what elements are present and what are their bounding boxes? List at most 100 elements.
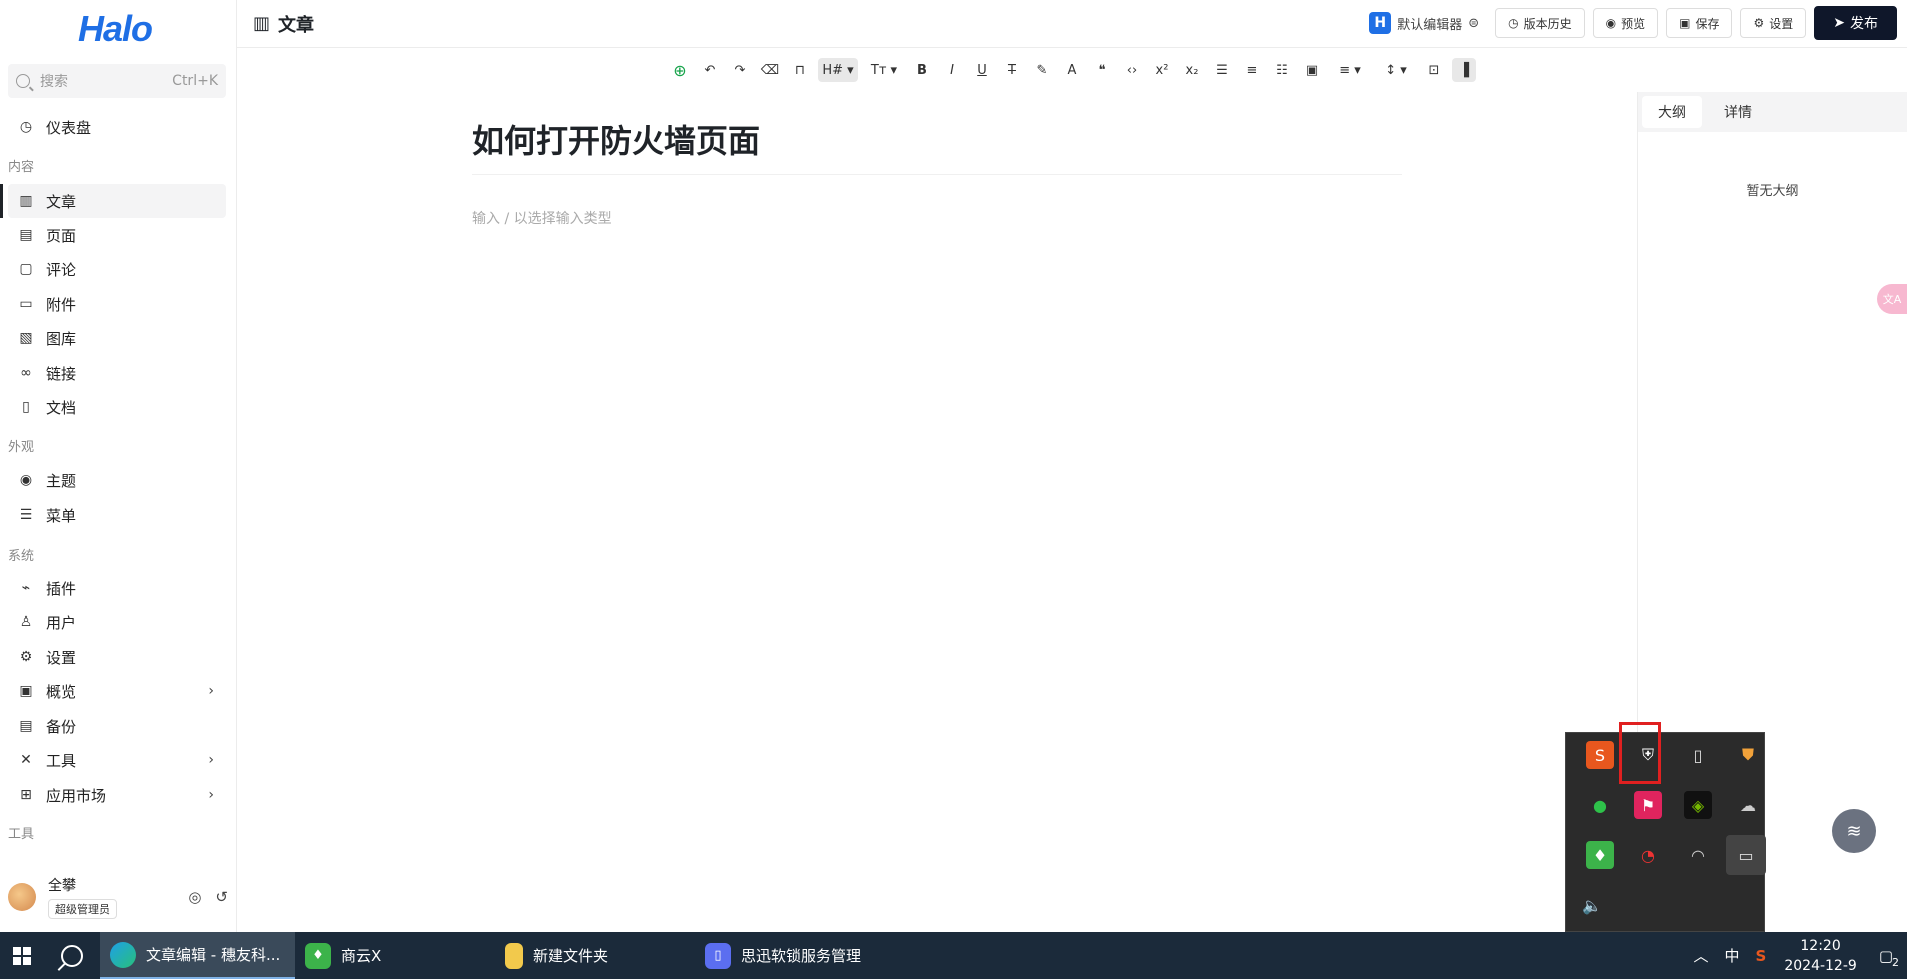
chevron-up-icon[interactable]: ︿ <box>1694 945 1709 966</box>
app-flag-icon[interactable]: ⚑ <box>1634 791 1662 819</box>
task-shangyun[interactable]: ♦ 商云X <box>295 932 495 979</box>
sidebar-item-docs[interactable]: ▯ 文档 <box>8 390 226 424</box>
avatar[interactable] <box>8 883 36 911</box>
bullet-list-icon[interactable]: ☰ <box>1210 58 1234 82</box>
sidebar-item-attachments[interactable]: ▭ 附件 <box>8 287 226 321</box>
font-color-icon[interactable]: A <box>1060 58 1084 82</box>
code-block-icon[interactable]: ▣ <box>1300 58 1324 82</box>
sidebar-item-label: 附件 <box>46 295 77 314</box>
usb-drive-icon[interactable]: ▯ <box>1684 741 1712 769</box>
underline-icon[interactable]: U <box>970 58 994 82</box>
settings-button[interactable]: ⚙ 设置 <box>1740 8 1807 38</box>
editor-selector[interactable]: H 默认编辑器 ⊜ <box>1369 12 1479 34</box>
sidebar-item-themes[interactable]: ◉ 主题 <box>8 463 226 497</box>
sidebar-item-dashboard[interactable]: ◷ 仪表盘 <box>8 110 226 144</box>
task-folder[interactable]: 新建文件夹 <box>495 932 695 979</box>
sidebar-item-label: 文档 <box>46 398 77 417</box>
nvidia-icon[interactable]: ◈ <box>1684 791 1712 819</box>
top-header: ▥ 文章 H 默认编辑器 ⊜ ◷ 版本历史 ◉ 预览 ▣ 保存 ⚙ 设置 ➤ 发… <box>237 0 1907 48</box>
search-input[interactable]: 搜索 Ctrl+K <box>8 64 226 98</box>
post-body-placeholder[interactable]: 输入 / 以选择输入类型 <box>472 208 612 228</box>
eraser-icon[interactable]: ⌫ <box>758 58 782 82</box>
profile-icon[interactable]: ◎ <box>188 888 201 906</box>
notification-icon[interactable]: ▢ 2 <box>1879 947 1899 969</box>
task-lock-service[interactable]: ▯ 思迅软锁服务管理 <box>695 932 925 979</box>
folder-icon: ▭ <box>19 296 33 312</box>
line-height-dropdown-icon[interactable]: ↕ ▾ <box>1376 58 1416 82</box>
taskbar-search-button[interactable] <box>44 932 100 979</box>
app-swirl-icon[interactable]: ◔ <box>1634 841 1662 869</box>
task-list-icon[interactable]: ☷ <box>1270 58 1294 82</box>
translate-icon[interactable]: 文A <box>1877 284 1907 314</box>
undo-icon[interactable]: ↶ <box>698 58 722 82</box>
sidebar-item-tools[interactable]: ✕ 工具 › <box>8 743 226 777</box>
task-edge[interactable]: 文章编辑 - 穗友科... <box>100 932 295 979</box>
volume-muted-icon[interactable]: 🔈 <box>1578 891 1606 919</box>
add-block-icon[interactable]: ⊕ <box>668 58 692 82</box>
save-button[interactable]: ▣ 保存 <box>1666 8 1733 38</box>
task-label: 思迅软锁服务管理 <box>741 947 862 965</box>
bold-icon[interactable]: B <box>910 58 934 82</box>
sogou-input-icon[interactable]: S <box>1586 741 1614 769</box>
italic-icon[interactable]: I <box>940 58 964 82</box>
sogou-icon[interactable]: S <box>1756 947 1767 965</box>
editor-area[interactable]: 如何打开防火墙页面 输入 / 以选择输入类型 <box>237 92 1637 932</box>
align-dropdown-icon[interactable]: ≡ ▾ <box>1330 58 1370 82</box>
sidebar-item-pages[interactable]: ▤ 页面 <box>8 218 226 252</box>
sidebar-item-posts[interactable]: ▥ 文章 <box>8 184 226 218</box>
sidebar-item-menus[interactable]: ☰ 菜单 <box>8 498 226 532</box>
editor-name: 默认编辑器 <box>1397 17 1463 33</box>
sidebar-item-overview[interactable]: ▣ 概览 › <box>8 674 226 708</box>
user-name: 全攀 <box>48 878 76 894</box>
tab-details[interactable]: 详情 <box>1708 96 1768 128</box>
section-content: 内容 <box>8 160 35 175</box>
font-size-dropdown-icon[interactable]: Tт ▾ <box>864 58 904 82</box>
history-icon: ◷ <box>1508 16 1519 30</box>
version-history-button[interactable]: ◷ 版本历史 <box>1495 8 1585 38</box>
strikethrough-icon[interactable]: T <box>1000 58 1024 82</box>
format-painter-icon[interactable]: ⊓ <box>788 58 812 82</box>
sidebar-toggle-icon[interactable]: ▐ <box>1452 58 1476 82</box>
post-title-input[interactable]: 如何打开防火墙页面 <box>472 116 1402 175</box>
sidebar-item-comments[interactable]: ▢ 评论 <box>8 252 226 286</box>
antivirus-icon[interactable]: ⛊ <box>1734 741 1762 769</box>
search-placeholder: 搜索 <box>40 74 68 90</box>
shangyun-icon[interactable]: ♦ <box>1586 841 1614 869</box>
sidebar-item-label: 仪表盘 <box>46 118 92 137</box>
redo-icon[interactable]: ↷ <box>728 58 752 82</box>
sidebar-item-label: 应用市场 <box>46 786 107 805</box>
battery-icon[interactable]: ▭ <box>1726 835 1766 875</box>
superscript-icon[interactable]: x² <box>1150 58 1174 82</box>
sidebar-item-gallery[interactable]: ▧ 图库 <box>8 321 226 355</box>
highlight-box <box>1619 722 1661 784</box>
highlight-icon[interactable]: ✎ <box>1030 58 1054 82</box>
ime-indicator[interactable]: 中 <box>1725 945 1740 966</box>
sidebar-item-links[interactable]: ∞ 链接 <box>8 356 226 390</box>
sidebar-item-backup[interactable]: ▤ 备份 <box>8 709 226 743</box>
sidebar-item-users[interactable]: ♙ 用户 <box>8 605 226 639</box>
database-icon[interactable]: ≋ <box>1832 809 1876 853</box>
sidebar-item-settings[interactable]: ⚙ 设置 <box>8 640 226 674</box>
apps-icon: ⊞ <box>20 787 32 803</box>
search-replace-icon[interactable]: ⊡ <box>1422 58 1446 82</box>
quote-icon[interactable]: ❝ <box>1090 58 1114 82</box>
ordered-list-icon[interactable]: ≡ <box>1240 58 1264 82</box>
backup-icon: ▤ <box>19 718 33 734</box>
sidebar: Halo 搜索 Ctrl+K ◷ 仪表盘 内容 ▥ 文章 ▤ 页面 ▢ 评论 ▭… <box>0 0 237 932</box>
sidebar-item-plugins[interactable]: ⌁ 插件 <box>8 571 226 605</box>
sidebar-item-app-market[interactable]: ⊞ 应用市场 › <box>8 778 226 812</box>
tab-outline[interactable]: 大纲 <box>1642 96 1702 128</box>
clock[interactable]: 12:20 2024-12-9 <box>1784 936 1856 976</box>
preview-button[interactable]: ◉ 预览 <box>1592 8 1659 38</box>
start-button[interactable] <box>0 932 44 979</box>
gear-icon: ⚙ <box>19 649 33 665</box>
code-icon[interactable]: ‹› <box>1120 58 1144 82</box>
heading-dropdown-icon[interactable]: H# ▾ <box>818 58 858 82</box>
wifi-icon[interactable]: ◠ <box>1684 841 1712 869</box>
publish-button[interactable]: ➤ 发布 <box>1814 6 1897 40</box>
logout-icon[interactable]: ↺ <box>215 888 228 906</box>
wechat-icon[interactable]: ● <box>1586 791 1614 819</box>
halo-logo[interactable]: Halo <box>78 8 153 50</box>
subscript-icon[interactable]: x₂ <box>1180 58 1204 82</box>
cloud-sync-icon[interactable]: ☁ <box>1734 791 1762 819</box>
